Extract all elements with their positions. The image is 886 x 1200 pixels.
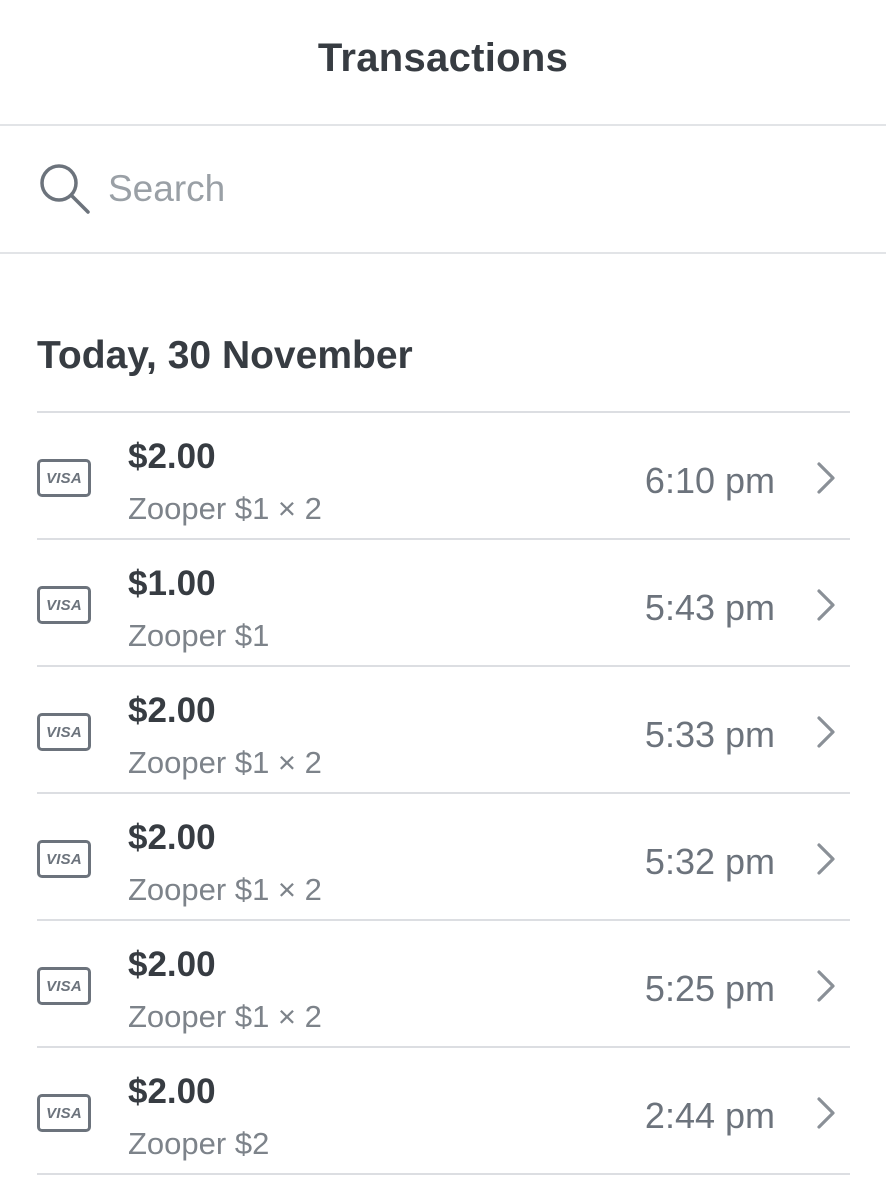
transaction-description: Zooper $1 × 2 <box>128 872 322 907</box>
transaction-amount: $2.00 <box>128 691 216 730</box>
chevron-right-icon <box>817 589 835 621</box>
card-brand-label: VISA <box>46 469 82 487</box>
search-icon <box>36 160 94 218</box>
transaction-time: 5:33 pm <box>644 714 775 755</box>
transaction-description: Zooper $1 × 2 <box>128 999 322 1034</box>
transaction-amount: $2.00 <box>128 437 216 476</box>
card-brand-label: VISA <box>46 596 82 614</box>
transaction-time: 5:32 pm <box>644 841 775 882</box>
transaction-row[interactable]: VISA $2.00 Zooper $1 × 2 5:32 pm <box>37 794 850 921</box>
chevron-right-icon <box>817 970 835 1002</box>
chevron-right-icon <box>817 1097 835 1129</box>
chevron-right-icon <box>817 716 835 748</box>
transaction-time: 5:25 pm <box>644 968 775 1009</box>
chevron-right-icon <box>817 462 835 494</box>
transaction-row[interactable]: VISA $2.00 Zooper $2 2:44 pm <box>37 1048 850 1175</box>
visa-card-icon: VISA <box>37 967 91 1005</box>
transaction-list: VISA $2.00 Zooper $1 × 2 6:10 pm VISA $1… <box>37 411 850 1175</box>
transaction-amount: $2.00 <box>128 818 216 857</box>
visa-card-icon: VISA <box>37 1094 91 1132</box>
card-brand-label: VISA <box>46 723 82 741</box>
transaction-description: Zooper $1 × 2 <box>128 491 322 526</box>
search-input[interactable] <box>108 168 708 210</box>
transaction-amount: $2.00 <box>128 945 216 984</box>
card-brand-label: VISA <box>46 850 82 868</box>
card-brand-label: VISA <box>46 1104 82 1122</box>
chevron-right-icon <box>817 843 835 875</box>
card-brand-label: VISA <box>46 977 82 995</box>
transaction-time: 2:44 pm <box>644 1095 775 1136</box>
transaction-description: Zooper $1 <box>128 618 270 653</box>
search-bar[interactable] <box>0 126 886 254</box>
date-section-header: Today, 30 November <box>37 334 413 377</box>
visa-card-icon: VISA <box>37 840 91 878</box>
page-title: Transactions <box>317 35 569 80</box>
visa-card-icon: VISA <box>37 713 91 751</box>
transaction-row[interactable]: VISA $1.00 Zooper $1 5:43 pm <box>37 540 850 667</box>
visa-card-icon: VISA <box>37 586 91 624</box>
transaction-time: 6:10 pm <box>644 460 775 501</box>
transaction-time: 5:43 pm <box>644 587 775 628</box>
transaction-row[interactable]: VISA $2.00 Zooper $1 × 2 5:25 pm <box>37 921 850 1048</box>
visa-card-icon: VISA <box>37 459 91 497</box>
transaction-row[interactable]: VISA $2.00 Zooper $1 × 2 6:10 pm <box>37 413 850 540</box>
transaction-amount: $1.00 <box>128 564 216 603</box>
transaction-row[interactable]: VISA $2.00 Zooper $1 × 2 5:33 pm <box>37 667 850 794</box>
transaction-description: Zooper $1 × 2 <box>128 745 322 780</box>
transaction-description: Zooper $2 <box>128 1126 270 1161</box>
transaction-amount: $2.00 <box>128 1072 216 1111</box>
top-bar: Transactions <box>0 0 886 126</box>
